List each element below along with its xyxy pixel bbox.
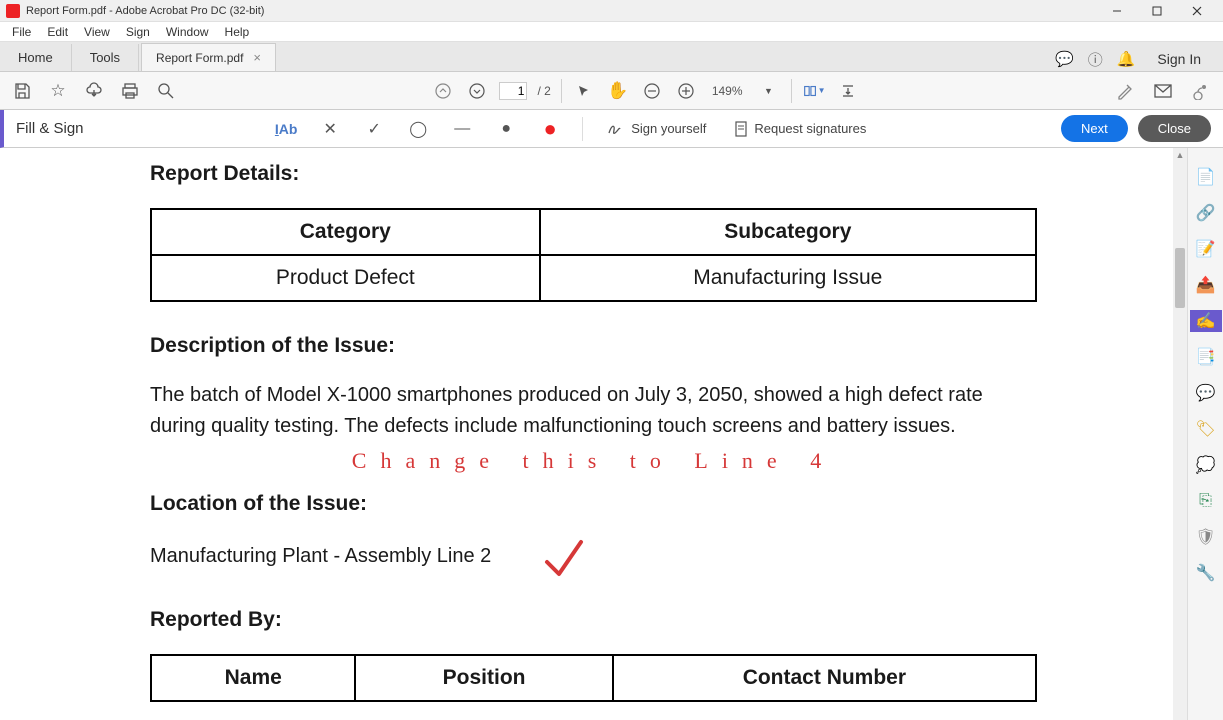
circle-tool-icon[interactable]: ◯ (406, 117, 430, 141)
sign-yourself-label: Sign yourself (631, 121, 706, 136)
request-signatures-label: Request signatures (754, 121, 866, 136)
share-icon[interactable] (1189, 79, 1213, 103)
annotation-checkmark-icon[interactable] (541, 538, 587, 580)
close-button[interactable]: Close (1138, 115, 1211, 142)
save-icon[interactable] (10, 79, 34, 103)
right-tool-rail: 📄 🔗 📝 📤 ✍ 📑 💬 🏷 💭 ⎘ 🛡 🔧 (1187, 148, 1223, 720)
fill-sign-tool-icon[interactable]: ✍ (1190, 310, 1222, 332)
tab-home[interactable]: Home (0, 44, 72, 71)
scroll-thumb[interactable] (1175, 248, 1185, 308)
create-pdf-icon[interactable]: 📄 (1195, 166, 1217, 188)
table-header-category: Category (151, 209, 540, 255)
zoom-dropdown-icon[interactable]: ▼ (757, 79, 781, 103)
x-mark-tool-icon[interactable]: ✕ (318, 117, 342, 141)
document-area[interactable]: Report Details: Category Subcategory Pro… (0, 148, 1187, 720)
dot-tool-icon[interactable]: ● (494, 117, 518, 141)
close-tab-icon[interactable]: × (253, 50, 261, 65)
chat-icon[interactable]: 💬 (1055, 50, 1074, 68)
fit-width-icon[interactable]: ▼ (802, 79, 826, 103)
stamp-icon[interactable]: 🏷 (1195, 418, 1217, 440)
menu-file[interactable]: File (4, 23, 39, 41)
menu-sign[interactable]: Sign (118, 23, 158, 41)
bell-icon[interactable]: 🔔 (1117, 50, 1136, 68)
table-header-name: Name (151, 655, 355, 701)
hand-tool-icon[interactable]: ✋ (606, 79, 630, 103)
location-heading: Location of the Issue: (150, 492, 1037, 516)
table-header-subcategory: Subcategory (540, 209, 1036, 255)
description-text: The batch of Model X-1000 smartphones pr… (150, 380, 1037, 442)
menu-window[interactable]: Window (158, 23, 217, 41)
annotation-change-text[interactable]: Change this to Line 4 (352, 448, 835, 473)
window-title: Report Form.pdf - Adobe Acrobat Pro DC (… (26, 5, 1097, 17)
print-icon[interactable] (118, 79, 142, 103)
table-header-contact: Contact Number (613, 655, 1036, 701)
compare-icon[interactable]: ⎘ (1195, 490, 1217, 512)
minimize-button[interactable] (1097, 0, 1137, 22)
zoom-out-icon[interactable] (640, 79, 664, 103)
edit-pdf-icon[interactable]: 📝 (1195, 238, 1217, 260)
fill-sign-label: Fill & Sign (16, 120, 84, 137)
tab-tools[interactable]: Tools (72, 44, 139, 71)
fill-sign-toolbar: Fill & Sign IAb ✕ ✓ ◯ — ● ● Sign yoursel… (0, 110, 1223, 148)
description-heading: Description of the Issue: (150, 334, 1037, 358)
category-table: Category Subcategory Product Defect Manu… (150, 208, 1037, 302)
scroll-up-icon[interactable]: ▲ (1175, 150, 1185, 160)
vertical-scrollbar[interactable]: ▲ (1173, 148, 1187, 720)
line-tool-icon[interactable]: — (450, 117, 474, 141)
reported-by-table: Name Position Contact Number (150, 654, 1037, 702)
sign-yourself-button[interactable]: Sign yourself (603, 117, 710, 141)
select-tool-icon[interactable] (572, 79, 596, 103)
close-button[interactable] (1177, 0, 1217, 22)
color-picker-icon[interactable]: ● (538, 117, 562, 141)
location-text: Manufacturing Plant - Assembly Line 2 (150, 541, 491, 572)
table-header-position: Position (355, 655, 612, 701)
cloud-icon[interactable] (82, 79, 106, 103)
star-icon[interactable]: ☆ (46, 79, 70, 103)
page-total-label: / 2 (537, 84, 550, 98)
report-details-heading: Report Details: (150, 162, 1037, 186)
tab-document[interactable]: Report Form.pdf × (141, 43, 276, 71)
scroll-mode-icon[interactable] (836, 79, 860, 103)
organize-icon[interactable]: 📑 (1195, 346, 1217, 368)
page-up-icon[interactable] (431, 79, 455, 103)
table-cell-category: Product Defect (151, 255, 540, 301)
document-icon (734, 121, 748, 137)
menubar: File Edit View Sign Window Help (0, 22, 1223, 42)
more-tools-icon[interactable]: 🔧 (1195, 562, 1217, 584)
email-icon[interactable] (1151, 79, 1175, 103)
search-icon[interactable] (154, 79, 178, 103)
page-number-input[interactable] (499, 82, 527, 100)
menu-help[interactable]: Help (217, 23, 258, 41)
menu-edit[interactable]: Edit (39, 23, 76, 41)
zoom-level-label[interactable]: 149% (708, 84, 747, 98)
edit-link-icon[interactable] (1113, 79, 1137, 103)
next-button[interactable]: Next (1061, 115, 1128, 142)
sign-in-button[interactable]: Sign In (1149, 47, 1209, 71)
zoom-in-icon[interactable] (674, 79, 698, 103)
menu-view[interactable]: View (76, 23, 118, 41)
tabbar: Home Tools Report Form.pdf × 💬 ⓘ 🔔 Sign … (0, 42, 1223, 72)
titlebar: Report Form.pdf - Adobe Acrobat Pro DC (… (0, 0, 1223, 22)
export-pdf-icon[interactable]: 📤 (1195, 274, 1217, 296)
protect-icon[interactable]: 🛡 (1195, 526, 1217, 548)
maximize-button[interactable] (1137, 0, 1177, 22)
comment-icon[interactable]: 💭 (1195, 454, 1217, 476)
send-comments-icon[interactable]: 💬 (1195, 382, 1217, 404)
text-tool-icon[interactable]: IAb (274, 117, 298, 141)
tab-document-label: Report Form.pdf (156, 51, 243, 65)
request-signatures-button[interactable]: Request signatures (730, 117, 870, 141)
signature-icon (607, 121, 625, 137)
combine-icon[interactable]: 🔗 (1195, 202, 1217, 224)
help-icon[interactable]: ⓘ (1088, 49, 1103, 70)
checkmark-tool-icon[interactable]: ✓ (362, 117, 386, 141)
main-toolbar: ☆ / 2 ✋ 149% ▼ ▼ (0, 72, 1223, 110)
reported-by-heading: Reported By: (150, 608, 1037, 632)
app-icon (6, 4, 20, 18)
page-down-icon[interactable] (465, 79, 489, 103)
table-cell-subcategory: Manufacturing Issue (540, 255, 1036, 301)
